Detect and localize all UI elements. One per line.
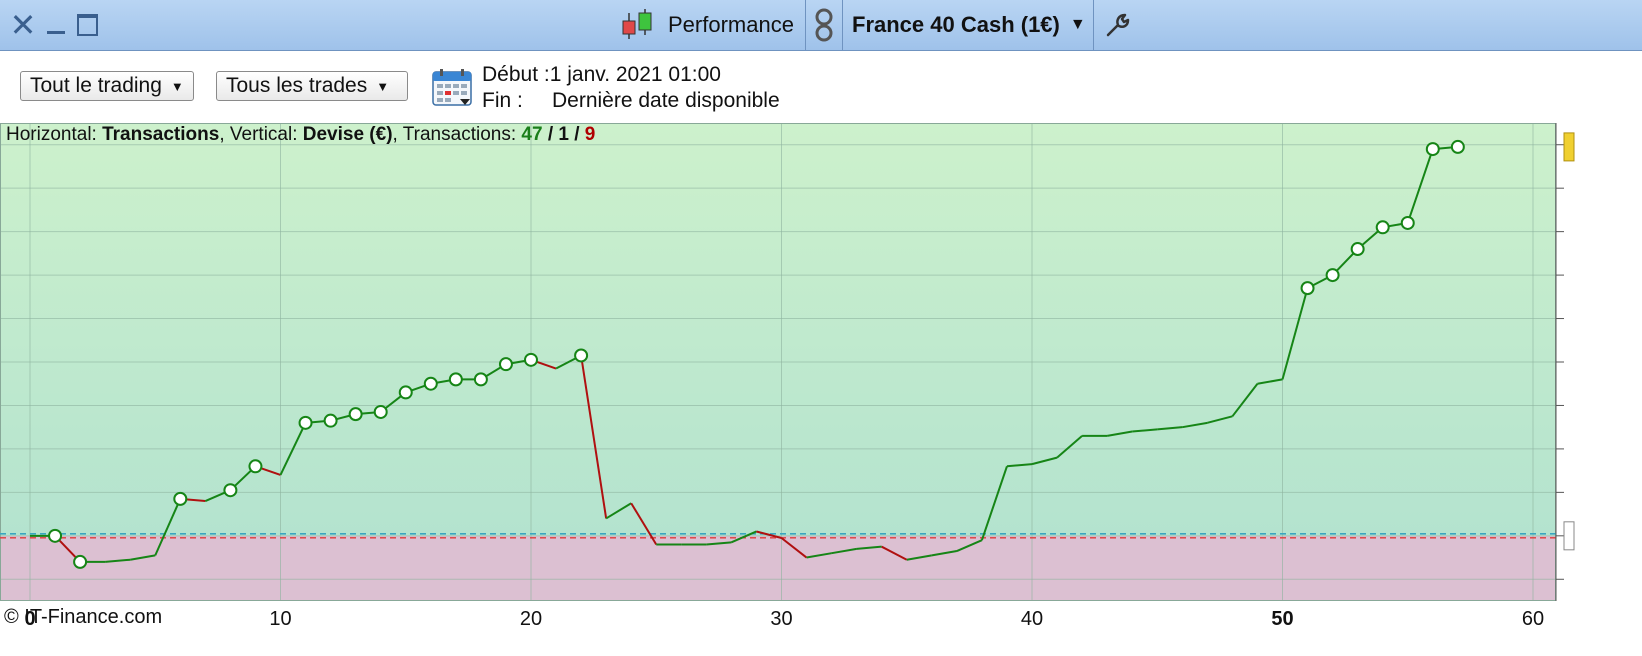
chevron-down-icon: ▼ xyxy=(1069,16,1086,33)
maximize-icon[interactable] xyxy=(74,0,100,50)
instrument-label: France 40 Cash (1€) xyxy=(852,12,1060,37)
trade-marker xyxy=(223,483,238,498)
zero-marker xyxy=(1563,521,1575,551)
x-tick-label: 50 xyxy=(1271,608,1293,630)
trade-marker xyxy=(348,407,363,422)
scope-dropdown[interactable]: Tout le trading ▼ xyxy=(20,71,194,101)
trade-marker xyxy=(1300,281,1315,296)
trade-marker xyxy=(1375,220,1390,235)
close-icon[interactable]: ✕ xyxy=(8,0,38,50)
x-tick-label: 60 xyxy=(1522,608,1544,630)
trade-marker xyxy=(373,404,388,419)
trade-marker xyxy=(323,413,338,428)
performance-title: Performance xyxy=(620,0,800,50)
trade-marker xyxy=(173,491,188,506)
performance-chart: 0 10 20 30 40 50 60 xyxy=(0,123,1575,630)
trade-marker xyxy=(423,376,438,391)
trade-marker xyxy=(1325,268,1340,283)
trade-marker xyxy=(73,554,88,569)
date-range: Début :1 janv. 2021 01:00 Fin : Dernière … xyxy=(482,62,780,114)
trade-marker xyxy=(473,372,488,387)
losing-trades-count: 9 xyxy=(584,124,596,145)
trade-marker xyxy=(1400,215,1415,230)
chevron-down-icon: ▼ xyxy=(170,78,184,94)
start-value[interactable]: 1 janv. 2021 01:00 xyxy=(550,62,721,88)
trade-marker xyxy=(524,352,538,367)
trades-dropdown[interactable]: Tous les trades ▼ xyxy=(216,71,408,101)
instrument-select[interactable]: France 40 Cash (1€) ▼ xyxy=(842,0,1102,50)
profit-zone xyxy=(0,123,1556,536)
trade-marker xyxy=(1450,139,1465,154)
copyright: © IT-Finance.com xyxy=(4,606,163,628)
chart-info: Horizontal: Transactions, Vertical: Devi… xyxy=(6,124,596,145)
trade-marker xyxy=(398,385,413,400)
calendar-icon[interactable] xyxy=(432,68,474,108)
x-tick-label: 20 xyxy=(520,608,542,630)
trade-marker xyxy=(448,372,463,387)
minimize-icon[interactable] xyxy=(44,0,68,50)
end-value[interactable]: Dernière date disponible xyxy=(552,88,780,114)
horizontal-axis-value: Transactions xyxy=(102,124,220,145)
trade-marker xyxy=(498,357,513,372)
trade-marker xyxy=(48,528,63,543)
trade-marker xyxy=(298,415,313,430)
vertical-axis-value: Devise (€) xyxy=(302,124,393,145)
last-value-marker xyxy=(1563,132,1575,162)
title-bar: ✕ Performance France 40 Cash (1€) ▼ xyxy=(0,0,1642,51)
trade-marker xyxy=(248,459,263,474)
end-label: Fin : xyxy=(482,89,523,112)
start-label: Début : xyxy=(482,63,550,86)
link-icon[interactable] xyxy=(806,0,842,50)
trades-dropdown-label: Tous les trades xyxy=(226,74,368,97)
x-tick-label: 30 xyxy=(770,608,792,630)
trade-marker xyxy=(1350,242,1365,257)
candlestick-icon xyxy=(622,9,652,39)
scope-dropdown-label: Tout le trading xyxy=(30,74,162,97)
wrench-icon[interactable] xyxy=(1093,0,1143,50)
trade-marker xyxy=(574,348,589,363)
neutral-trades-count: 1 xyxy=(558,124,569,145)
winning-trades-count: 47 xyxy=(521,124,543,145)
x-tick-label: 10 xyxy=(269,608,291,630)
x-tick-label: 40 xyxy=(1021,608,1043,630)
loss-zone xyxy=(0,535,1556,601)
window-title: Performance xyxy=(668,12,794,37)
trade-marker xyxy=(1425,142,1440,157)
chevron-down-icon: ▼ xyxy=(376,78,390,94)
